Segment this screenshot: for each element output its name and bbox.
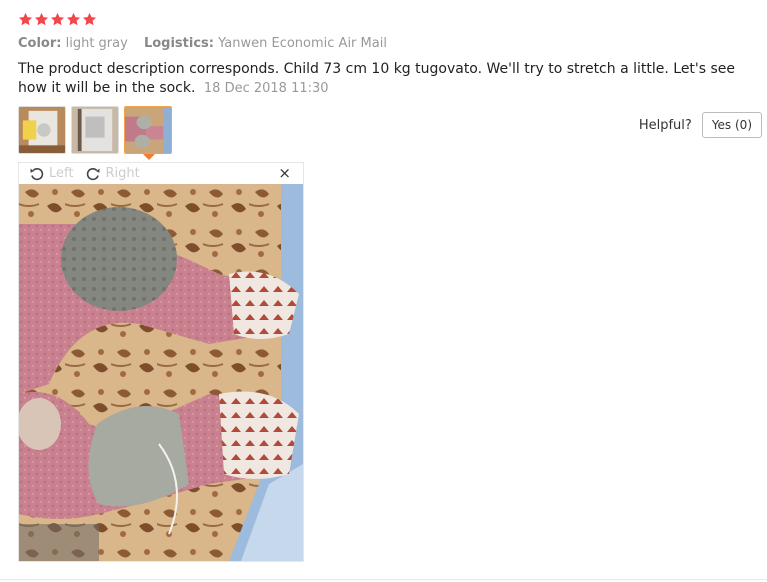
photo-thumbnail-2[interactable] [71,106,119,154]
review-item: Color: light gray Logistics: Yanwen Econ… [0,0,767,582]
photo-thumbnail-3[interactable] [124,106,172,154]
thumbnail-image [72,107,118,153]
color-label: Color: [18,36,62,51]
review-text-block: The product description corresponds. Chi… [18,60,748,98]
star-icon [18,12,33,26]
rotate-right-label: Right [105,166,140,181]
rotate-left-label: Left [49,166,74,181]
review-date: 18 Dec 2018 11:30 [203,81,329,96]
photo-viewer: Left Right × [18,162,304,562]
logistics-label: Logistics: [143,36,214,51]
star-rating [18,12,97,27]
thumbnail-image [125,107,171,153]
rotate-left-icon [30,167,44,180]
order-attributes: Color: light gray Logistics: Yanwen Econ… [18,36,399,51]
rotate-left-button[interactable]: Left [29,166,73,182]
close-icon[interactable]: × [278,164,291,182]
photo-thumbnail-1[interactable] [18,106,66,154]
review-photo-image [19,184,303,561]
review-divider [0,579,767,580]
logistics-value: Yanwen Economic Air Mail [218,36,387,51]
color-value: light gray [65,36,128,51]
thumbnail-image [19,107,65,153]
helpful-yes-button[interactable]: Yes (0) [701,112,762,138]
star-icon [82,12,97,26]
star-icon [66,12,81,26]
active-thumbnail-indicator [143,154,155,160]
review-text: The product description corresponds. Chi… [18,61,736,96]
star-icon [34,12,49,26]
rotate-right-icon [87,167,100,180]
review-photo [19,184,303,561]
star-icon [50,12,65,26]
viewer-toolbar: Left Right × [19,163,303,184]
helpful-section: Helpful? Yes (0) [639,112,762,138]
rotate-right-button[interactable]: Right [85,166,140,182]
helpful-label: Helpful? [638,117,692,133]
photo-thumbnails [18,106,172,154]
